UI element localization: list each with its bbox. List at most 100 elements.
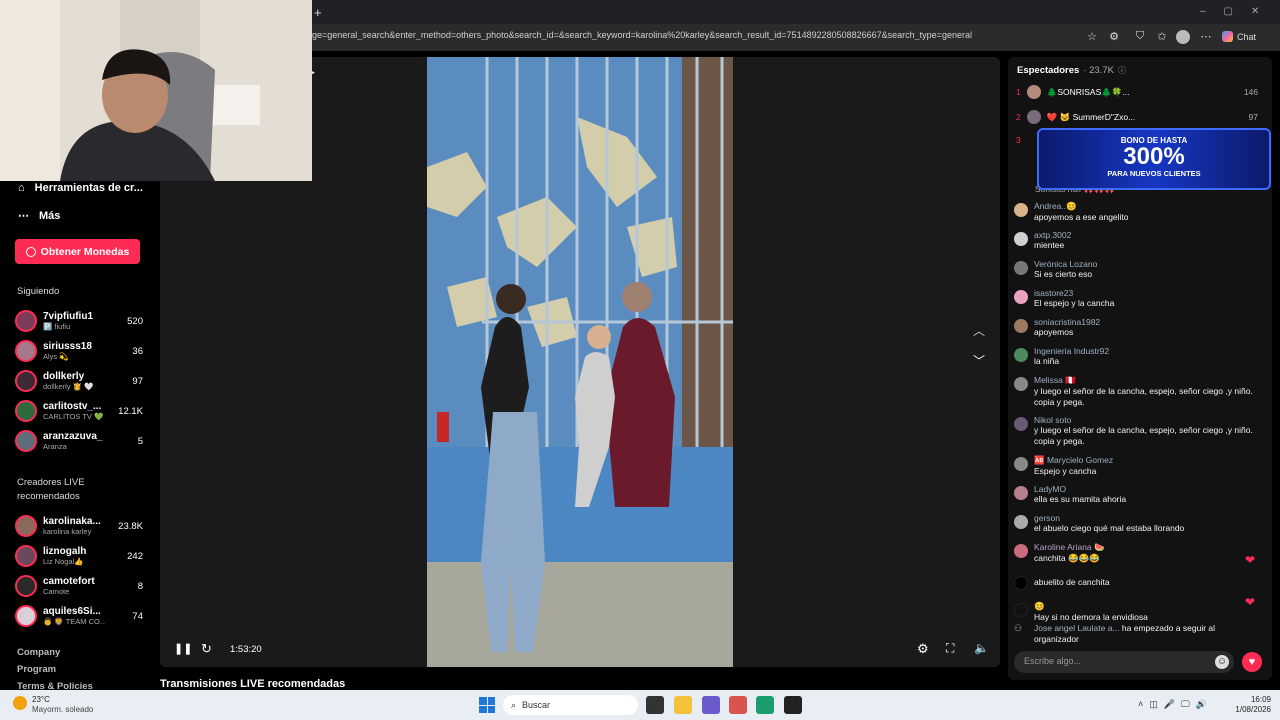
footer-link-terms[interactable]: Terms & Policies	[17, 681, 93, 689]
avatar	[1014, 486, 1028, 500]
avatar	[1014, 203, 1028, 217]
recommended-item[interactable]: aquiles6Si... 👨 🦁 TEAM CO... 74	[15, 603, 143, 629]
clock-date[interactable]: 1/08/2026	[1230, 705, 1271, 714]
weather-desc[interactable]: Mayorm. soleado	[32, 705, 93, 714]
menu-dots-icon[interactable]: ⋯	[1198, 30, 1214, 43]
chat-message: abuelito de canchita	[1014, 574, 1264, 590]
following-item[interactable]: dollkerly dollkerly 👸 🤍 97	[15, 368, 143, 394]
weather-temp[interactable]: 23°C	[32, 695, 50, 704]
recommended-item[interactable]: camotefort Camote 8	[15, 573, 143, 599]
avatar	[15, 400, 37, 422]
like-icon[interactable]: ♥	[1242, 652, 1262, 672]
following-item[interactable]: carlitostv_... CARLITOS TV 💚 12.1K	[15, 398, 143, 424]
avatar	[1014, 319, 1028, 333]
emoji-icon[interactable]: ☺	[1215, 655, 1229, 669]
footer-link-program[interactable]: Program	[17, 664, 56, 675]
copilot-icon	[1222, 31, 1233, 42]
refresh-icon[interactable]: ↻	[201, 641, 212, 657]
user-follow-icon: ⚇	[1014, 623, 1023, 633]
chat-message: Andrea..😊 apoyemos a ese angelito	[1014, 201, 1264, 223]
chat-message: soniacristina1982 apoyemos	[1014, 317, 1264, 338]
webcam-feed	[0, 0, 312, 181]
avatar	[1026, 110, 1041, 124]
avatar	[1014, 232, 1028, 246]
pause-icon[interactable]: ❚❚	[174, 642, 192, 655]
promo-banner[interactable]: BONO DE HASTA 300% PARA NUEVOS CLIENTES	[1037, 128, 1271, 190]
video-scene	[427, 57, 733, 667]
shield-icon[interactable]: ⛉	[1132, 30, 1148, 43]
profile-avatar[interactable]	[1176, 30, 1190, 44]
avatar	[15, 575, 37, 597]
settings-icon[interactable]: ⚙	[917, 641, 929, 657]
edge-icon[interactable]	[756, 696, 774, 714]
video-frame[interactable]	[427, 57, 733, 667]
copilot-chat-button[interactable]: Chat	[1222, 31, 1256, 42]
volume-icon[interactable]: 🔈	[974, 641, 989, 655]
chat-message: LadyMO ella es su mamita ahoria	[1014, 484, 1264, 505]
avatar	[1014, 544, 1028, 558]
avatar	[1014, 348, 1028, 362]
coin-icon	[25, 246, 36, 257]
avatar	[15, 370, 37, 392]
search-icon: ⌕	[511, 699, 517, 710]
discord-icon[interactable]	[702, 696, 720, 714]
info-icon[interactable]: ⓘ	[1118, 65, 1126, 76]
new-tab-button[interactable]: +	[314, 5, 322, 20]
top-viewer-row[interactable]: 1 🌲SONRISAS🌲🍀... 146	[1016, 85, 1266, 99]
tiktok-icon[interactable]	[784, 696, 802, 714]
elapsed-time: 1:53:20	[230, 644, 262, 655]
recommended-lives-title: Transmisiones LIVE recomendadas	[160, 678, 346, 690]
nav-creator-tools[interactable]: ⌂ Herramientas de cr...	[18, 182, 158, 194]
chat-input[interactable]: Escribe algo...	[1014, 651, 1234, 673]
avatar	[15, 605, 37, 627]
following-header: Siguiendo	[17, 286, 60, 297]
windows-start-icon[interactable]	[479, 697, 495, 713]
recommended-item[interactable]: liznogalh Liz Nogal👍 242	[15, 543, 143, 569]
avatar	[15, 515, 37, 537]
chat-message: axtp.3002 mientee	[1014, 230, 1264, 251]
follow-notice: ⚇ Jose angel Laulate a... ha empezado a s…	[1014, 623, 1216, 644]
avatar	[1014, 377, 1028, 391]
avatar	[15, 340, 37, 362]
top-viewer-row[interactable]: 2 ❤️ 🐱 SummerD"Zxo... 97	[1016, 110, 1266, 124]
nav-more[interactable]: ⋯ Más	[18, 209, 158, 223]
following-item[interactable]: 7vipfiufiu1 🅿️ fiufiu 520	[15, 308, 143, 334]
chat-message: 🆎 Marycielo Gomez Espejo y cancha	[1014, 455, 1264, 477]
system-tray-icons[interactable]: ˄◫🎤🖵🔊	[1138, 699, 1213, 710]
star-icon[interactable]: ☆	[1084, 30, 1100, 43]
windows-taskbar	[0, 690, 1280, 720]
next-video-icon[interactable]: ﹀	[973, 352, 985, 369]
following-item[interactable]: aranzazuva_ Aranza 5	[15, 428, 143, 454]
fullscreen-icon[interactable]: ⛶	[946, 641, 954, 656]
recommended-item[interactable]: karolinaka... karolina karley 23.8K	[15, 513, 143, 539]
viewers-header[interactable]: Espectadores · 23.7K ⓘ	[1017, 65, 1126, 76]
chat-message: gerson el abuelo ciego qué mal estaba llo…	[1014, 513, 1264, 534]
more-icon: ⋯	[18, 210, 29, 222]
favorites-icon[interactable]: ✩	[1154, 30, 1170, 43]
url-text[interactable]: ge=general_search&enter_method=others_ph…	[312, 30, 1072, 40]
previous-video-icon[interactable]: ︿	[973, 322, 985, 339]
chat-message: Karoline Ariana 🍉 canchita 😂😂😂	[1014, 542, 1264, 564]
avatar	[1026, 85, 1041, 99]
weather-icon	[13, 696, 27, 710]
task-view-icon[interactable]	[646, 696, 664, 714]
avatar	[1014, 603, 1028, 617]
get-coins-button[interactable]: Obtener Monedas	[15, 239, 140, 264]
following-item[interactable]: siriusss18 Alys 💫 36	[15, 338, 143, 364]
window-controls[interactable]: –▢✕	[1200, 6, 1277, 17]
chat-message: isastore23 El espejo y la cancha	[1014, 288, 1264, 309]
avatar	[1014, 290, 1028, 304]
file-explorer-icon[interactable]	[674, 696, 692, 714]
heart-icon: ❤	[1245, 553, 1256, 567]
avatar	[1014, 261, 1028, 275]
home-icon: ⌂	[18, 182, 25, 194]
recommended-header: Creadores LIVE recomendados	[17, 477, 85, 502]
footer-link-company[interactable]: Company	[17, 647, 60, 658]
avatar	[1014, 515, 1028, 529]
app-icon[interactable]	[729, 696, 747, 714]
avatar	[1014, 457, 1028, 471]
taskbar-search[interactable]: ⌕ Buscar	[503, 695, 638, 715]
extension-icon[interactable]: ⚙	[1106, 30, 1122, 43]
avatar	[15, 310, 37, 332]
clock-time[interactable]: 16:09	[1245, 695, 1271, 704]
